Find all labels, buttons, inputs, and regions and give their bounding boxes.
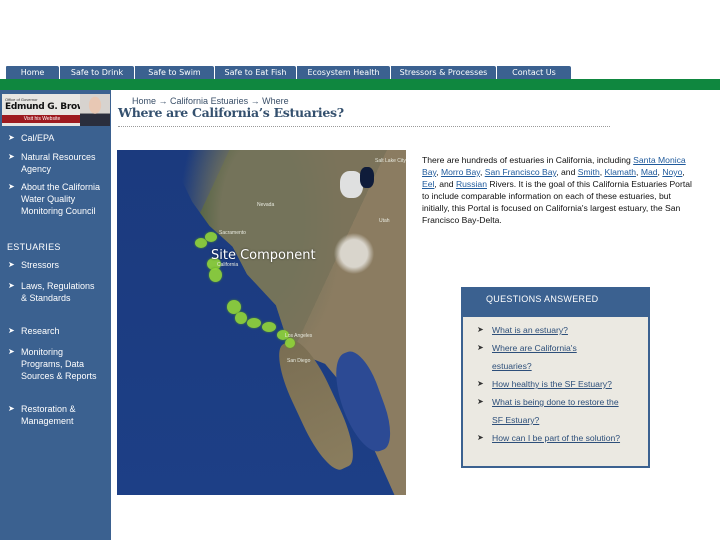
link-smith[interactable]: Smith <box>578 167 600 177</box>
title-divider <box>118 126 610 127</box>
sidebar-item-label: Laws, Regulations & Standards <box>21 281 95 303</box>
chevron-right-icon: ➤ <box>477 325 484 334</box>
questions-heading: QUESTIONS ANSWERED <box>463 289 648 317</box>
chevron-right-icon: ➤ <box>477 433 484 442</box>
chevron-right-icon: ➤ <box>8 260 15 269</box>
estuary-marker[interactable] <box>235 312 247 324</box>
sidebar-item-label: Restoration & Management <box>21 404 76 426</box>
sidebar-item-about-council[interactable]: ➤ About the California Water Quality Mon… <box>8 181 108 217</box>
link-san-francisco-bay[interactable]: San Francisco Bay <box>485 167 557 177</box>
intro-paragraph: There are hundreds of estuaries in Calif… <box>422 155 692 225</box>
tab-contact-us[interactable]: Contact Us <box>496 66 571 80</box>
chevron-right-icon: ➤ <box>8 281 15 290</box>
chevron-right-icon: ➤ <box>477 343 484 352</box>
link-russian[interactable]: Russian <box>456 179 487 189</box>
map-label: Sacramento <box>219 230 246 236</box>
link-morro-bay[interactable]: Morro Bay <box>441 167 480 177</box>
estuaries-map[interactable]: Nevada Utah California Sacramento Los An… <box>117 150 406 495</box>
map-label: Nevada <box>257 202 275 208</box>
estuary-marker[interactable] <box>205 232 217 242</box>
tab-home[interactable]: Home <box>6 66 59 80</box>
chevron-right-icon: ➤ <box>8 326 15 335</box>
sidebar-item-monitoring[interactable]: ➤ Monitoring Programs, Data Sources & Re… <box>8 346 100 382</box>
sidebar-item-label: Monitoring Programs, Data Sources & Repo… <box>21 347 97 381</box>
tab-ecosystem-health[interactable]: Ecosystem Health <box>296 66 390 80</box>
governor-photo <box>80 94 110 126</box>
top-nav: Home Safe to Drink Safe to Swim Safe to … <box>6 66 571 80</box>
visit-website-link[interactable]: Visit his Website <box>2 115 82 123</box>
link-eel[interactable]: Eel <box>422 179 434 189</box>
sidebar-item-laws[interactable]: ➤ Laws, Regulations & Standards <box>8 280 98 304</box>
question-link[interactable]: How healthy is the SF Estuary? <box>492 375 612 393</box>
sidebar-item-research[interactable]: ➤ Research <box>8 325 108 337</box>
chevron-right-icon: ➤ <box>8 133 15 142</box>
sidebar-item-label: Research <box>21 326 60 336</box>
estuary-marker[interactable] <box>285 338 295 348</box>
tab-safe-to-swim[interactable]: Safe to Swim <box>134 66 214 80</box>
chevron-right-icon: ➤ <box>8 404 15 413</box>
site-component-overlay: Site Component <box>211 248 316 263</box>
question-item[interactable]: ➤ Where are California's estuaries? <box>477 339 597 375</box>
map-label: Salt Lake City <box>375 158 406 164</box>
sidebar-item-stressors[interactable]: ➤ Stressors <box>8 259 108 271</box>
estuary-marker[interactable] <box>247 318 261 328</box>
sidebar-item-label: Cal/EPA <box>21 133 55 143</box>
intro-text: There are hundreds of estuaries in Calif… <box>422 155 634 165</box>
sidebar-section-estuaries: ESTUARIES <box>7 242 61 252</box>
question-link[interactable]: How can I be part of the solution? <box>492 429 620 447</box>
green-header-bar <box>0 79 720 90</box>
question-link[interactable]: What is being done to restore the SF Est… <box>492 393 627 429</box>
governor-banner[interactable]: Office of Governor Edmund G. Brown Jr. V… <box>2 94 110 126</box>
sidebar-item-calepa[interactable]: ➤ Cal/EPA <box>8 132 108 144</box>
question-item[interactable]: ➤ How can I be part of the solution? <box>477 429 622 447</box>
estuary-marker[interactable] <box>209 268 222 282</box>
question-item[interactable]: ➤ How healthy is the SF Estuary? <box>477 375 647 393</box>
estuary-marker[interactable] <box>262 322 276 332</box>
question-item[interactable]: ➤ What is being done to restore the SF E… <box>477 393 627 429</box>
map-label: Los Angeles <box>285 333 313 339</box>
map-label: Utah <box>379 218 390 224</box>
tab-stressors-processes[interactable]: Stressors & Processes <box>390 66 496 80</box>
questions-answered-box: QUESTIONS ANSWERED ➤ What is an estuary?… <box>461 287 650 468</box>
question-link[interactable]: Where are California's estuaries? <box>492 339 597 375</box>
question-item[interactable]: ➤ What is an estuary? <box>477 321 647 339</box>
chevron-right-icon: ➤ <box>8 152 15 161</box>
tab-safe-to-eat-fish[interactable]: Safe to Eat Fish <box>214 66 296 80</box>
sidebar-item-label: About the California Water Quality Monit… <box>21 182 101 216</box>
sidebar-item-natural-resources[interactable]: ➤ Natural Resources Agency <box>8 151 108 175</box>
map-great-salt-lake <box>359 167 375 188</box>
intro-text: and <box>561 167 576 177</box>
chevron-right-icon: ➤ <box>8 347 15 356</box>
chevron-right-icon: ➤ <box>8 182 15 191</box>
sidebar-item-label: Natural Resources Agency <box>21 152 96 174</box>
tab-safe-to-drink[interactable]: Safe to Drink <box>59 66 134 80</box>
sidebar-item-label: Stressors <box>21 260 60 270</box>
chevron-right-icon: ➤ <box>477 397 484 406</box>
link-mad[interactable]: Mad <box>641 167 658 177</box>
sidebar-item-restoration[interactable]: ➤ Restoration & Management <box>8 403 100 427</box>
page-title: Where are California’s Estuaries? <box>118 105 344 120</box>
chevron-right-icon: ➤ <box>477 379 484 388</box>
link-noyo[interactable]: Noyo <box>662 167 682 177</box>
link-klamath[interactable]: Klamath <box>605 167 637 177</box>
question-link[interactable]: What is an estuary? <box>492 321 568 339</box>
intro-text: and <box>439 179 454 189</box>
map-label: San Diego <box>287 358 311 364</box>
